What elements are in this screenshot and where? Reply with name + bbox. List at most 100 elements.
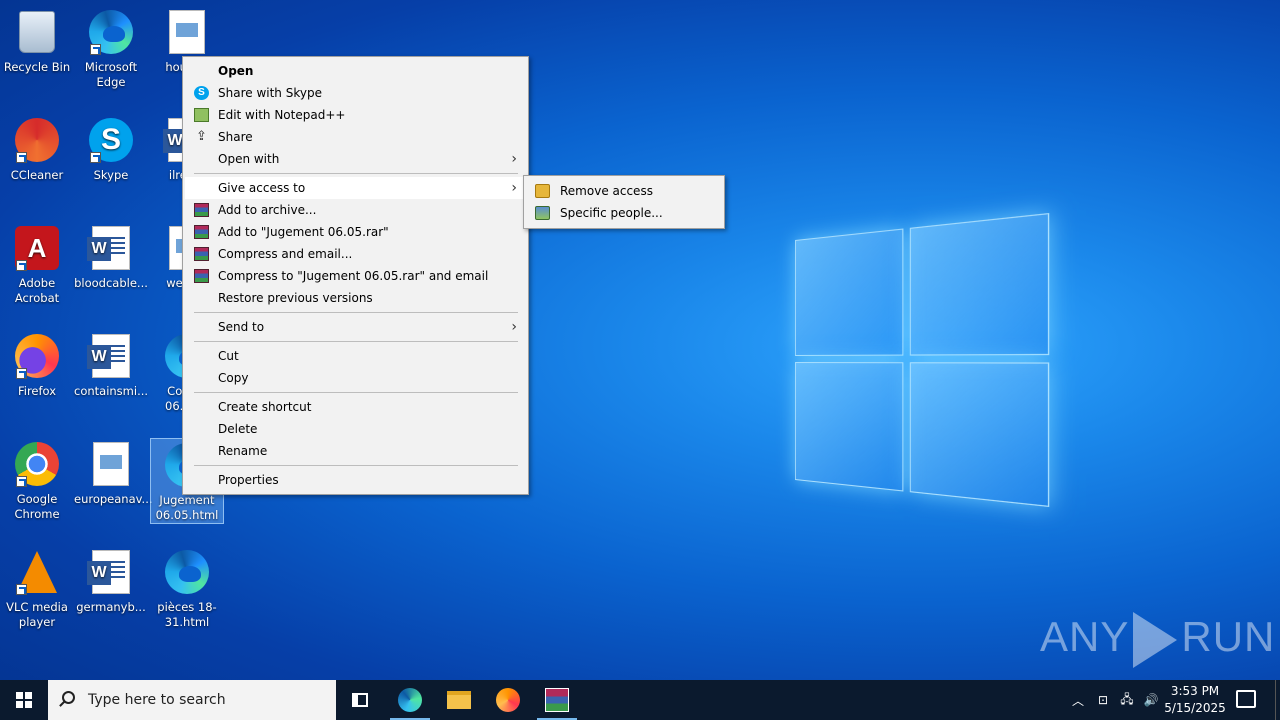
edge-icon bbox=[398, 688, 422, 712]
menu-item-properties[interactable]: Properties bbox=[185, 469, 526, 491]
menu-item-label: Create shortcut bbox=[218, 400, 312, 414]
desktop-icon-microsoft-edge[interactable]: Microsoft Edge bbox=[74, 6, 148, 90]
menu-separator bbox=[194, 341, 518, 342]
menu-item-send-to[interactable]: Send to › bbox=[185, 316, 526, 338]
device-icon: ⊡ bbox=[1097, 693, 1109, 707]
give-access-submenu: Remove access Specific people... bbox=[523, 175, 725, 229]
desktop-icon-label: Adobe Acrobat bbox=[14, 276, 60, 305]
menu-item-add-to-rar[interactable]: Add to "Jugement 06.05.rar" bbox=[185, 221, 526, 243]
tray-volume-icon[interactable]: 🔊 bbox=[1140, 680, 1162, 720]
play-icon bbox=[1133, 612, 1178, 668]
show-hidden-icons-button[interactable]: ︿ bbox=[1068, 680, 1088, 720]
menu-item-edit-with-notepadpp[interactable]: Edit with Notepad++ bbox=[185, 104, 526, 126]
desktop-icon-containsmi[interactable]: W containsmi... bbox=[74, 330, 148, 399]
winrar-icon bbox=[194, 225, 209, 239]
desktop-icon-ccleaner[interactable]: CCleaner bbox=[0, 114, 74, 183]
menu-item-label: Compress and email... bbox=[218, 247, 353, 261]
search-icon bbox=[62, 691, 75, 704]
menu-item-share[interactable]: ⇪ Share bbox=[185, 126, 526, 148]
folder-icon bbox=[447, 691, 471, 709]
menu-item-label: Specific people... bbox=[560, 206, 663, 220]
network-icon: 🖧 bbox=[1120, 691, 1134, 706]
desktop-icon-label: VLC media player bbox=[6, 600, 68, 629]
desktop-icon-label: Recycle Bin bbox=[3, 60, 71, 74]
skype-icon: S bbox=[194, 86, 209, 100]
menu-item-label: Open with bbox=[218, 152, 280, 166]
desktop-icon-pieces[interactable]: pièces 18-31.html bbox=[150, 546, 224, 630]
taskbar-search-box[interactable]: Type here to search bbox=[48, 680, 336, 720]
desktop-icon-label: containsmi... bbox=[74, 384, 149, 398]
notification-icon[interactable] bbox=[1236, 690, 1256, 708]
chevron-right-icon: › bbox=[511, 180, 517, 196]
desktop-icon-label: germanyb... bbox=[76, 600, 146, 614]
menu-item-give-access-to[interactable]: Give access to › bbox=[185, 177, 526, 199]
desktop-icon-vlc[interactable]: VLC media player bbox=[0, 546, 74, 630]
winrar-icon bbox=[194, 247, 209, 261]
firefox-icon bbox=[496, 688, 520, 712]
desktop-icon-label: bloodcable... bbox=[74, 276, 148, 290]
desktop-icon-label: Jugement 06.05.html bbox=[155, 493, 219, 522]
anyrun-watermark: ANY RUN bbox=[1040, 612, 1275, 668]
desktop-icon-germanyb[interactable]: W germanyb... bbox=[74, 546, 148, 615]
desktop-icon-bloodcable[interactable]: W bloodcable... bbox=[74, 222, 148, 291]
submenu-item-remove-access[interactable]: Remove access bbox=[526, 180, 722, 202]
menu-item-label: Copy bbox=[218, 371, 249, 385]
desktop-icon-europeanav[interactable]: europeanav... bbox=[74, 438, 153, 507]
menu-item-copy[interactable]: Copy bbox=[185, 367, 526, 389]
word-document-icon: W bbox=[87, 226, 130, 270]
desktop-icon-adobe-acrobat[interactable]: A Adobe Acrobat bbox=[0, 222, 74, 306]
start-button[interactable] bbox=[0, 680, 48, 720]
taskbar-firefox[interactable] bbox=[484, 680, 532, 720]
word-document-icon: W bbox=[87, 550, 130, 594]
menu-item-rename[interactable]: Rename bbox=[185, 440, 526, 462]
menu-separator bbox=[194, 392, 518, 393]
menu-item-compress-and-email[interactable]: Compress and email... bbox=[185, 243, 526, 265]
menu-item-label: Restore previous versions bbox=[218, 291, 373, 305]
clock-date: 5/15/2025 bbox=[1164, 701, 1226, 715]
menu-separator bbox=[194, 312, 518, 313]
task-view-icon bbox=[352, 693, 368, 707]
clock-time: 3:53 PM bbox=[1170, 684, 1220, 698]
menu-item-label: Open bbox=[218, 64, 254, 78]
menu-item-label: Remove access bbox=[560, 184, 653, 198]
menu-item-create-shortcut[interactable]: Create shortcut bbox=[185, 396, 526, 418]
desktop-icon-label: europeanav... bbox=[74, 492, 153, 506]
menu-item-label: Add to archive... bbox=[218, 203, 317, 217]
menu-item-label: Add to "Jugement 06.05.rar" bbox=[218, 225, 389, 239]
taskbar-winrar[interactable] bbox=[533, 680, 581, 720]
desktop-icon-google-chrome[interactable]: Google Chrome bbox=[0, 438, 74, 522]
menu-separator bbox=[194, 465, 518, 466]
recycle-bin-icon bbox=[19, 11, 55, 53]
taskbar-clock[interactable]: 3:53 PM 5/15/2025 bbox=[1160, 683, 1230, 717]
submenu-item-specific-people[interactable]: Specific people... bbox=[526, 202, 722, 224]
menu-item-restore-previous-versions[interactable]: Restore previous versions bbox=[185, 287, 526, 309]
people-icon bbox=[535, 206, 550, 220]
menu-item-open-with[interactable]: Open with › bbox=[185, 148, 526, 170]
desktop-icon-recycle-bin[interactable]: Recycle Bin bbox=[0, 6, 74, 75]
context-menu: Open S Share with Skype Edit with Notepad… bbox=[182, 56, 529, 495]
taskbar-file-explorer[interactable] bbox=[435, 680, 483, 720]
menu-item-cut[interactable]: Cut bbox=[185, 345, 526, 367]
show-desktop-button[interactable] bbox=[1275, 680, 1276, 720]
desktop-icon-label: Google Chrome bbox=[14, 492, 60, 521]
chevron-right-icon: › bbox=[511, 319, 517, 335]
menu-item-label: Send to bbox=[218, 320, 265, 334]
taskbar-edge[interactable] bbox=[386, 680, 434, 720]
menu-item-add-to-archive[interactable]: Add to archive... bbox=[185, 199, 526, 221]
menu-item-delete[interactable]: Delete bbox=[185, 418, 526, 440]
speaker-icon: 🔊 bbox=[1143, 693, 1159, 707]
menu-item-share-with-skype[interactable]: S Share with Skype bbox=[185, 82, 526, 104]
wallpaper-windows-logo bbox=[795, 212, 1050, 508]
tray-device-icon[interactable]: ⊡ bbox=[1092, 680, 1114, 720]
desktop-icon-label: Firefox bbox=[17, 384, 57, 398]
menu-item-label: Compress to "Jugement 06.05.rar" and ema… bbox=[218, 269, 489, 283]
tray-network-icon[interactable]: 🖧 bbox=[1116, 680, 1138, 720]
menu-item-label: Cut bbox=[218, 349, 239, 363]
watermark-text-right: RUN bbox=[1181, 613, 1276, 661]
desktop-icon-label: Microsoft Edge bbox=[84, 60, 138, 89]
desktop-icon-skype[interactable]: S Skype bbox=[74, 114, 148, 183]
task-view-button[interactable] bbox=[336, 680, 384, 720]
menu-item-open[interactable]: Open bbox=[185, 60, 526, 82]
desktop-icon-firefox[interactable]: Firefox bbox=[0, 330, 74, 399]
menu-item-compress-to-rar-and-email[interactable]: Compress to "Jugement 06.05.rar" and ema… bbox=[185, 265, 526, 287]
